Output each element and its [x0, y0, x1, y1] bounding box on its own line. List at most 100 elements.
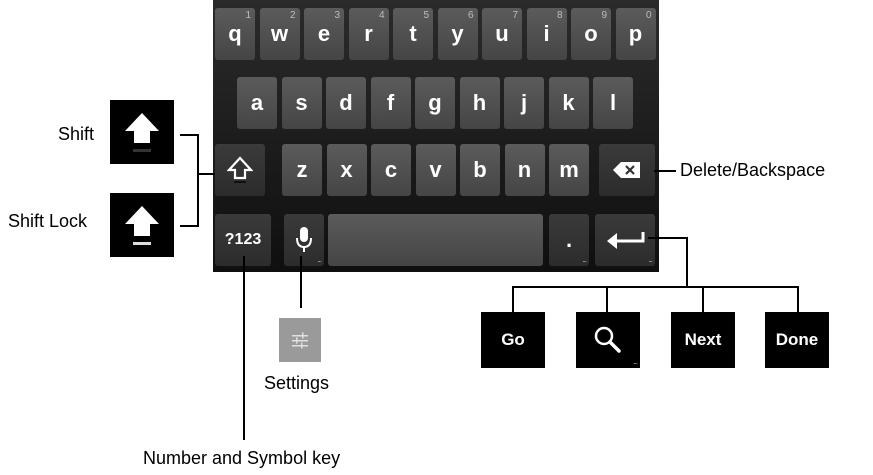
key-u-label: u [495, 21, 509, 46]
search-key-example: ... [576, 312, 640, 368]
settings-connector [300, 256, 302, 308]
shift-pointer [198, 173, 215, 175]
enter-branch [512, 286, 799, 288]
key-j-label: j [520, 90, 528, 115]
key-p-label: p [628, 21, 643, 46]
settings-label: Settings [264, 373, 330, 393]
key-h[interactable]: h [459, 77, 500, 129]
shift-icon [125, 113, 159, 152]
key-o-hint: 9 [601, 10, 607, 21]
shift-key[interactable] [215, 144, 265, 196]
key-s-label: s [295, 90, 308, 115]
shift-bracket [197, 134, 199, 227]
key-i[interactable]: i8 [526, 8, 567, 60]
delete-connector [654, 170, 676, 172]
key-b[interactable]: b [460, 144, 500, 196]
search-more-dots: ... [633, 357, 638, 366]
key-r[interactable]: r4 [348, 8, 389, 60]
key-z-label: z [296, 157, 308, 182]
key-g[interactable]: g [415, 77, 455, 129]
key-n-label: n [517, 157, 532, 182]
key-x-label: x [340, 157, 353, 182]
number-symbol-label: Number and Symbol key [143, 448, 341, 468]
key-d[interactable]: d [326, 77, 366, 129]
shift-icon [227, 156, 253, 183]
key-y-hint: 6 [467, 10, 474, 21]
key-a-label: a [250, 90, 264, 115]
enter-stem [686, 237, 688, 287]
key-y[interactable]: y6 [437, 8, 478, 60]
key-o-label: o [584, 21, 598, 46]
key-v-label: v [429, 157, 442, 182]
key-q-label: q [228, 21, 242, 46]
mic-icon [296, 227, 312, 252]
key-k-label: k [562, 90, 575, 115]
key-t-hint: 5 [423, 10, 429, 21]
space-key[interactable] [328, 214, 543, 266]
key-p[interactable]: p0 [615, 8, 656, 60]
done-key-example: Done [765, 312, 829, 368]
key-i-label: i [543, 21, 550, 46]
period-key-label: . [565, 227, 573, 252]
next-key-example: Next [671, 312, 735, 368]
key-e-label: e [317, 21, 331, 46]
key-u-hint: 7 [512, 10, 518, 21]
search-icon [594, 326, 621, 353]
key-u[interactable]: u7 [482, 8, 522, 60]
key-m[interactable]: m [549, 144, 589, 196]
enter-key[interactable]: ... [595, 214, 655, 266]
mic-key[interactable]: ... [284, 214, 324, 266]
shift-example [110, 100, 174, 164]
key-q[interactable]: q1 [215, 8, 255, 60]
key-p-hint: 0 [645, 10, 652, 21]
key-t[interactable]: t5 [393, 8, 433, 60]
symbols-key-label: ?123 [224, 231, 262, 248]
key-h-label: h [472, 90, 487, 115]
done-label: Done [775, 330, 819, 349]
enter-connector [648, 237, 687, 239]
key-j[interactable]: j [504, 77, 544, 129]
period-key[interactable]: . ... [549, 214, 589, 266]
key-g-label: g [428, 90, 442, 115]
go-label: Go [501, 330, 525, 349]
key-e[interactable]: e3 [304, 8, 344, 60]
key-s[interactable]: s [281, 77, 322, 129]
key-v[interactable]: v [415, 144, 456, 196]
next-label: Next [684, 330, 722, 349]
key-z[interactable]: z [282, 144, 322, 196]
delete-key[interactable] [599, 144, 655, 196]
key-i-hint: 8 [556, 10, 563, 21]
key-w[interactable]: w2 [259, 8, 300, 60]
settings-example [279, 318, 321, 362]
shift-lock-example [110, 193, 174, 257]
shift-label: Shift [58, 124, 95, 144]
go-key-example: Go [481, 312, 545, 368]
done-drop [797, 286, 799, 313]
key-x[interactable]: x [326, 144, 367, 196]
key-n[interactable]: n [504, 144, 545, 196]
next-drop [702, 286, 704, 313]
shift-lock-icon [125, 206, 159, 245]
key-l-label: l [609, 90, 617, 115]
key-r-label: r [364, 21, 373, 46]
key-w-label: w [270, 21, 289, 46]
key-l[interactable]: l [593, 77, 633, 129]
key-f-label: f [386, 90, 395, 115]
key-k[interactable]: k [548, 77, 589, 129]
key-c-label: c [384, 157, 398, 182]
shift-connector [180, 134, 198, 136]
keyboard: q1w2e3r4t5y6u7i8o9p0 asdfghjkl zxcvbnm ?… [213, 0, 659, 272]
settings-icon [292, 332, 308, 349]
key-t-label: t [409, 21, 417, 46]
delete-icon [613, 162, 640, 178]
key-a[interactable]: a [237, 77, 277, 129]
delete-label: Delete/Backspace [680, 160, 826, 180]
key-c[interactable]: c [371, 144, 411, 196]
mic-more-dots: ... [317, 255, 322, 264]
key-e-hint: 3 [334, 10, 340, 21]
key-f[interactable]: f [370, 77, 411, 129]
key-o[interactable]: o9 [571, 8, 611, 60]
symbols-connector [243, 256, 245, 440]
key-b-label: b [473, 157, 487, 182]
shift-lock-connector [180, 225, 198, 227]
